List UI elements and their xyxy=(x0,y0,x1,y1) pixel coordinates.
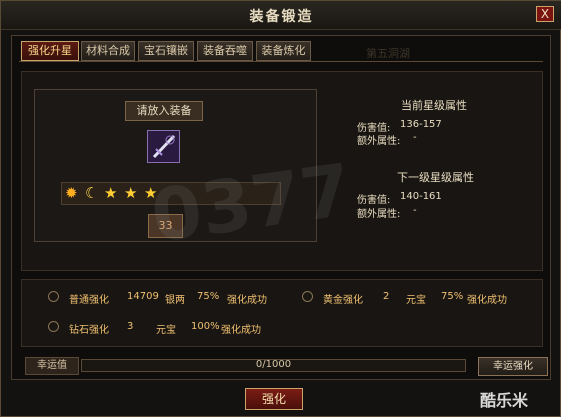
option-normal-currency: 银两 xyxy=(165,295,185,306)
radio-normal-strengthen[interactable] xyxy=(48,291,59,302)
option-normal-rate: 75% xyxy=(197,291,220,302)
luck-progress-text: 0/1000 xyxy=(255,359,292,370)
option-diamond-currency: 元宝 xyxy=(156,325,176,336)
close-button[interactable]: X xyxy=(536,6,554,22)
radio-gold-strengthen[interactable] xyxy=(302,291,313,302)
next-attributes-heading: 下一级星级属性 xyxy=(397,171,474,184)
option-normal-result: 强化成功 xyxy=(227,295,267,306)
next-damage-label: 伤害值: xyxy=(357,195,391,206)
current-extra-value: - xyxy=(413,132,417,143)
star-icon: ★ xyxy=(104,184,118,202)
next-extra-label: 额外属性: xyxy=(357,209,401,220)
option-gold-name: 黄金强化 xyxy=(323,295,363,306)
option-gold-result: 强化成功 xyxy=(467,295,507,306)
sword-icon xyxy=(148,131,179,162)
sun-icon: ✹ xyxy=(65,184,78,202)
tab-equip-refine[interactable]: 装备炼化 xyxy=(256,41,311,61)
tab-divider xyxy=(19,61,543,62)
tab-hidden: 第五洞湖 xyxy=(366,47,410,60)
star-icon: ★ xyxy=(124,184,138,202)
next-damage-value: 140-161 xyxy=(400,191,442,202)
window-title: 装备锻造 xyxy=(249,9,314,25)
luck-progress-bar: 0/1000 xyxy=(81,359,466,372)
option-gold-rate: 75% xyxy=(441,291,464,302)
option-normal-amount: 14709 xyxy=(127,291,159,302)
place-equipment-label: 请放入装备 xyxy=(125,101,203,121)
lucky-strengthen-button[interactable]: 幸运强化 xyxy=(478,357,548,376)
luck-label: 幸运值 xyxy=(25,357,79,375)
option-diamond-amount: 3 xyxy=(127,321,134,332)
option-gold-amount: 2 xyxy=(383,291,390,302)
option-diamond-name: 钻石强化 xyxy=(69,325,109,336)
option-gold-currency: 元宝 xyxy=(406,295,426,306)
current-attributes-heading: 当前星级属性 xyxy=(401,99,467,112)
title-bar: 装备锻造 X xyxy=(1,1,561,30)
tab-gem-inlay[interactable]: 宝石镶嵌 xyxy=(138,41,194,61)
tab-material-synthesis[interactable]: 材料合成 xyxy=(81,41,135,61)
option-diamond-result: 强化成功 xyxy=(221,325,261,336)
current-extra-label: 额外属性: xyxy=(357,136,401,147)
next-extra-value: - xyxy=(413,205,417,216)
options-panel xyxy=(21,279,543,347)
equipment-slot[interactable] xyxy=(147,130,180,163)
tab-strengthen-star[interactable]: 强化升星 xyxy=(21,41,79,61)
strengthen-button[interactable]: 强化 xyxy=(245,388,303,410)
forge-window: 装备锻造 X 强化升星 材料合成 宝石镶嵌 装备吞噬 装备炼化 第五洞湖 请放入… xyxy=(0,0,561,417)
watermark-brand: 酷乐米 xyxy=(480,391,529,410)
option-diamond-rate: 100% xyxy=(191,321,220,332)
moon-icon: ☾ xyxy=(85,184,99,202)
current-damage-value: 136-157 xyxy=(400,119,442,130)
tab-equip-devour[interactable]: 装备吞噬 xyxy=(197,41,253,61)
radio-diamond-strengthen[interactable] xyxy=(48,321,59,332)
option-normal-name: 普通强化 xyxy=(69,295,109,306)
